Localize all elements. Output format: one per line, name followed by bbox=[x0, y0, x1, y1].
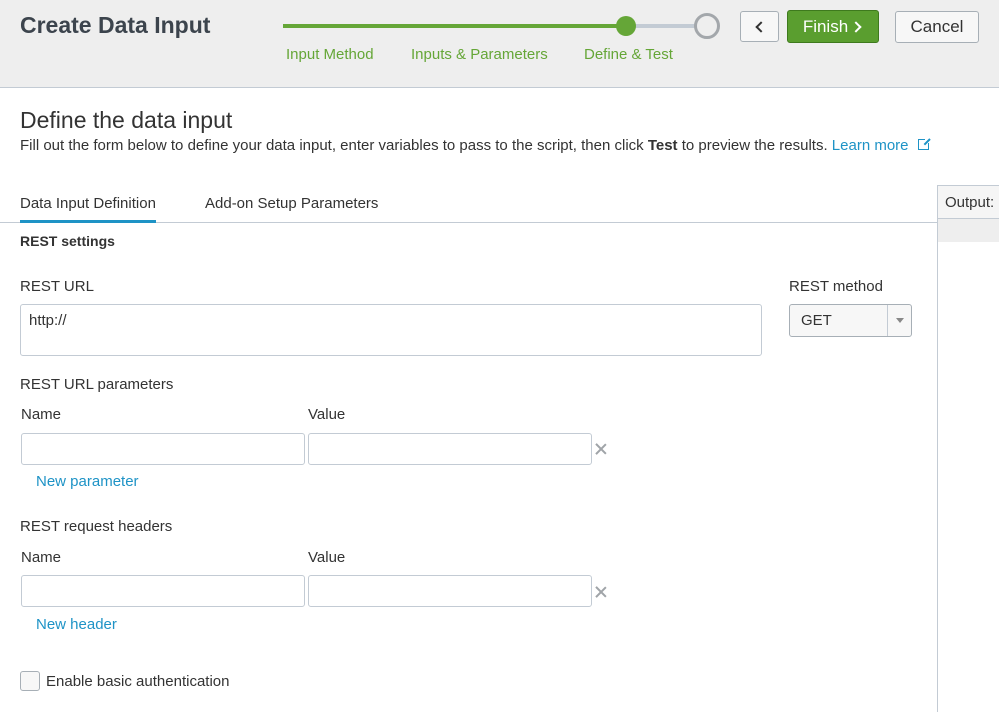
rest-url-parameters-label: REST URL parameters bbox=[20, 376, 174, 393]
chevron-left-icon bbox=[755, 20, 767, 33]
rest-url-value: http:// bbox=[29, 312, 67, 329]
output-panel: Output: bbox=[937, 185, 999, 712]
stepper-next-circle bbox=[694, 13, 720, 39]
rest-method-label: REST method bbox=[789, 278, 883, 295]
wizard-stepper: Input Method Inputs & Parameters Define … bbox=[283, 12, 723, 72]
rest-url-label: REST URL bbox=[20, 278, 94, 295]
finish-button-label: Finish bbox=[802, 16, 849, 36]
basic-auth-checkbox[interactable] bbox=[20, 671, 40, 691]
header-value-column-label: Value bbox=[308, 549, 346, 566]
step-inputs-parameters: Inputs & Parameters bbox=[411, 46, 548, 63]
description-text-after: to preview the results. bbox=[677, 137, 832, 154]
param-value-input[interactable] bbox=[308, 433, 592, 465]
description-text: Fill out the form below to define your d… bbox=[20, 137, 648, 154]
remove-header-close-icon[interactable] bbox=[594, 585, 608, 599]
page-description: Fill out the form below to define your d… bbox=[20, 137, 931, 154]
step-input-method: Input Method bbox=[286, 46, 374, 63]
output-row bbox=[938, 219, 999, 242]
header-name-input[interactable] bbox=[21, 575, 305, 607]
stepper-progress-done bbox=[283, 24, 626, 28]
output-label: Output: bbox=[938, 185, 999, 219]
tab-data-input-definition[interactable]: Data Input Definition bbox=[20, 195, 156, 212]
param-value-column-label: Value bbox=[308, 406, 346, 423]
finish-button[interactable]: Finish bbox=[787, 10, 879, 43]
rest-method-select[interactable]: GET bbox=[789, 304, 912, 337]
basic-auth-label: Enable basic authentication bbox=[46, 673, 230, 690]
cancel-button[interactable]: Cancel bbox=[895, 11, 979, 43]
external-link-icon bbox=[917, 137, 931, 150]
tab-bar: Data Input Definition Add-on Setup Param… bbox=[0, 185, 937, 223]
description-bold-test: Test bbox=[647, 137, 678, 154]
new-parameter-link[interactable]: New parameter bbox=[36, 473, 139, 490]
learn-more-label: Learn more bbox=[831, 137, 909, 154]
rest-url-input[interactable]: http:// bbox=[20, 304, 762, 356]
tab-add-on-setup-parameters[interactable]: Add-on Setup Parameters bbox=[205, 195, 378, 212]
back-button[interactable] bbox=[740, 11, 779, 42]
caret-down-icon bbox=[896, 318, 904, 323]
wizard-header: Create Data Input Input Method Inputs & … bbox=[0, 0, 999, 88]
dropdown-toggle bbox=[887, 305, 911, 336]
cancel-button-label: Cancel bbox=[910, 17, 964, 36]
stepper-current-dot bbox=[616, 16, 636, 36]
param-name-column-label: Name bbox=[21, 406, 62, 423]
rest-settings-title: REST settings bbox=[20, 233, 115, 249]
header-name-column-label: Name bbox=[21, 549, 62, 566]
learn-more-link[interactable]: Learn more bbox=[831, 137, 931, 154]
remove-parameter-close-icon[interactable] bbox=[594, 442, 608, 456]
chevron-right-icon bbox=[850, 20, 862, 33]
step-define-test: Define & Test bbox=[584, 46, 673, 63]
param-name-input[interactable] bbox=[21, 433, 305, 465]
rest-request-headers-label: REST request headers bbox=[20, 518, 173, 535]
rest-method-value: GET bbox=[801, 312, 832, 329]
new-header-link[interactable]: New header bbox=[36, 616, 117, 633]
page-title: Create Data Input bbox=[20, 12, 211, 38]
active-tab-indicator bbox=[20, 220, 156, 223]
header-value-input[interactable] bbox=[308, 575, 592, 607]
section-heading: Define the data input bbox=[20, 107, 233, 133]
